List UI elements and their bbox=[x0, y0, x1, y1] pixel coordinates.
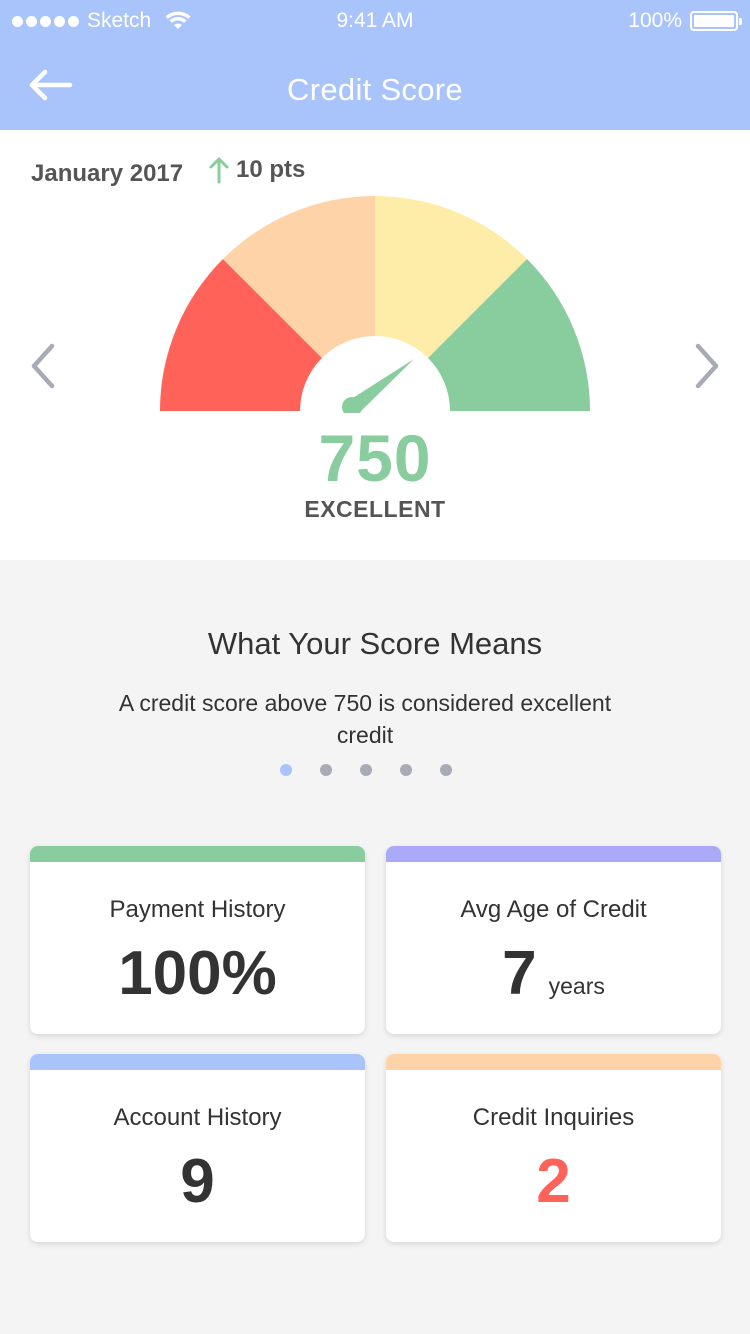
score-rating: EXCELLENT bbox=[304, 496, 446, 522]
card-accent-bar bbox=[386, 846, 721, 862]
card-title: Avg Age of Credit bbox=[460, 896, 647, 923]
chevron-right-icon bbox=[695, 343, 719, 389]
previous-month-button[interactable] bbox=[26, 342, 60, 390]
chevron-left-icon bbox=[31, 343, 55, 389]
next-month-button[interactable] bbox=[690, 342, 724, 390]
score-gauge bbox=[160, 196, 590, 413]
page-dot[interactable] bbox=[360, 764, 372, 776]
card-value: 100% bbox=[30, 938, 365, 1009]
score-change-value: 10 pts bbox=[236, 156, 306, 183]
card-value-number: 100% bbox=[118, 939, 277, 1008]
score-month: January 2017 bbox=[31, 160, 184, 187]
payment-history-card[interactable]: Payment History 100% bbox=[30, 846, 365, 1034]
page-dot[interactable] bbox=[440, 764, 452, 776]
page-title: Credit Score bbox=[287, 72, 463, 107]
card-unit: years bbox=[548, 973, 605, 999]
info-description: A credit score above 750 is considered e… bbox=[118, 690, 612, 748]
score-panel: January 2017 10 pts 750 EXCELLENT bbox=[0, 130, 750, 560]
avg-age-credit-card[interactable]: Avg Age of Credit 7 years bbox=[386, 846, 721, 1034]
card-value: 9 bbox=[30, 1146, 365, 1217]
card-title: Account History bbox=[113, 1104, 282, 1131]
arrow-up-icon bbox=[209, 157, 229, 184]
card-title: Payment History bbox=[109, 896, 286, 923]
score-value: 750 bbox=[318, 421, 432, 495]
card-value-number: 7 bbox=[502, 939, 537, 1008]
page-indicator bbox=[280, 764, 452, 776]
battery-icon bbox=[690, 11, 742, 31]
battery-percent: 100% bbox=[628, 9, 682, 32]
card-accent-bar bbox=[30, 1054, 365, 1070]
page-dot[interactable] bbox=[400, 764, 412, 776]
card-value-number: 2 bbox=[536, 1147, 571, 1216]
card-value: 2 bbox=[386, 1146, 721, 1217]
app-header: Sketch 9:41 AM 100% Credit Score bbox=[0, 0, 750, 130]
account-history-card[interactable]: Account History 9 bbox=[30, 1054, 365, 1242]
card-title: Credit Inquiries bbox=[472, 1104, 635, 1131]
info-title: What Your Score Means bbox=[207, 626, 543, 661]
card-accent-bar bbox=[30, 846, 365, 862]
page-dot[interactable] bbox=[320, 764, 332, 776]
score-change: 10 pts bbox=[208, 156, 305, 184]
status-bar: Sketch 9:41 AM 100% bbox=[0, 0, 750, 40]
card-value-number: 9 bbox=[180, 1147, 215, 1216]
card-value: 7 years bbox=[386, 938, 721, 1009]
card-accent-bar bbox=[386, 1054, 721, 1070]
credit-inquiries-card[interactable]: Credit Inquiries 2 bbox=[386, 1054, 721, 1242]
page-dot[interactable] bbox=[280, 764, 292, 776]
status-right: 100% bbox=[628, 9, 742, 33]
